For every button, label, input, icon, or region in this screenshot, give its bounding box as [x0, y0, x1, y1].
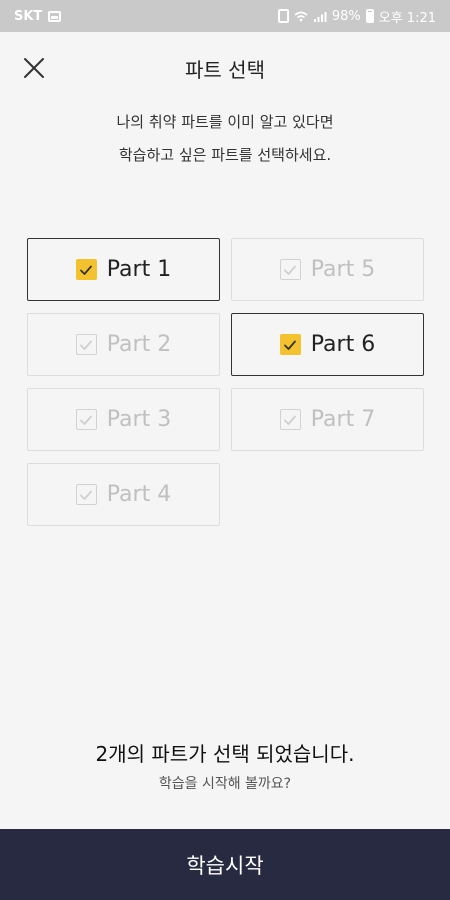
part-label: Part 4: [106, 482, 172, 507]
status-right: 98% 오후 1:21: [277, 7, 436, 26]
part-label: Part 3: [106, 407, 172, 432]
instructions: 나의 취약 파트를 이미 알고 있다면 학습하고 싶은 파트를 선택하세요.: [0, 106, 450, 172]
selection-summary: 2개의 파트가 선택 되었습니다. 학습을 시작해 볼까요?: [0, 738, 450, 793]
checkbox-icon: [75, 409, 97, 430]
clock: 오후 1:21: [378, 10, 436, 26]
wifi-icon: [294, 11, 308, 21]
carrier-label: SKT: [14, 8, 43, 24]
start-study-button[interactable]: 학습시작: [0, 829, 450, 900]
checkbox-icon: [75, 484, 97, 505]
part-label: Part 2: [106, 332, 172, 357]
part-button-4[interactable]: Part 4: [27, 463, 220, 526]
part-label: Part 5: [310, 257, 376, 282]
part-label: Part 6: [310, 332, 376, 357]
checkbox-icon: [75, 259, 97, 280]
checkbox-icon: [279, 334, 301, 355]
part-label: Part 7: [310, 407, 376, 432]
part-button-5[interactable]: Part 5: [231, 238, 424, 301]
part-button-3[interactable]: Part 3: [27, 388, 220, 451]
part-button-2[interactable]: Part 2: [27, 313, 220, 376]
part-button-6[interactable]: Part 6: [231, 313, 424, 376]
gallery-icon: [48, 10, 62, 22]
status-bar: SKT 98% 오후 1:21: [0, 0, 450, 32]
instruction-line-2: 학습하고 싶은 파트를 선택하세요.: [118, 146, 332, 164]
instruction-line-1: 나의 취약 파트를 이미 알고 있다면: [116, 113, 334, 131]
battery-percent: 98%: [331, 8, 361, 24]
part-button-1[interactable]: Part 1: [27, 238, 220, 301]
summary-sub: 학습을 시작해 볼까요?: [158, 776, 292, 792]
battery-icon: [365, 9, 374, 23]
signal-icon: [313, 11, 327, 22]
vibrate-icon: [277, 9, 289, 23]
checkbox-icon: [279, 409, 301, 430]
summary-main: 2개의 파트가 선택 되었습니다.: [95, 742, 355, 766]
checkbox-icon: [279, 259, 301, 280]
checkbox-icon: [75, 334, 97, 355]
part-label: Part 1: [106, 257, 172, 282]
start-study-label: 학습시작: [186, 853, 264, 878]
status-left: SKT: [14, 8, 62, 24]
part-button-7[interactable]: Part 7: [231, 388, 424, 451]
header: 파트 선택: [0, 32, 450, 102]
page-title: 파트 선택: [185, 58, 265, 82]
